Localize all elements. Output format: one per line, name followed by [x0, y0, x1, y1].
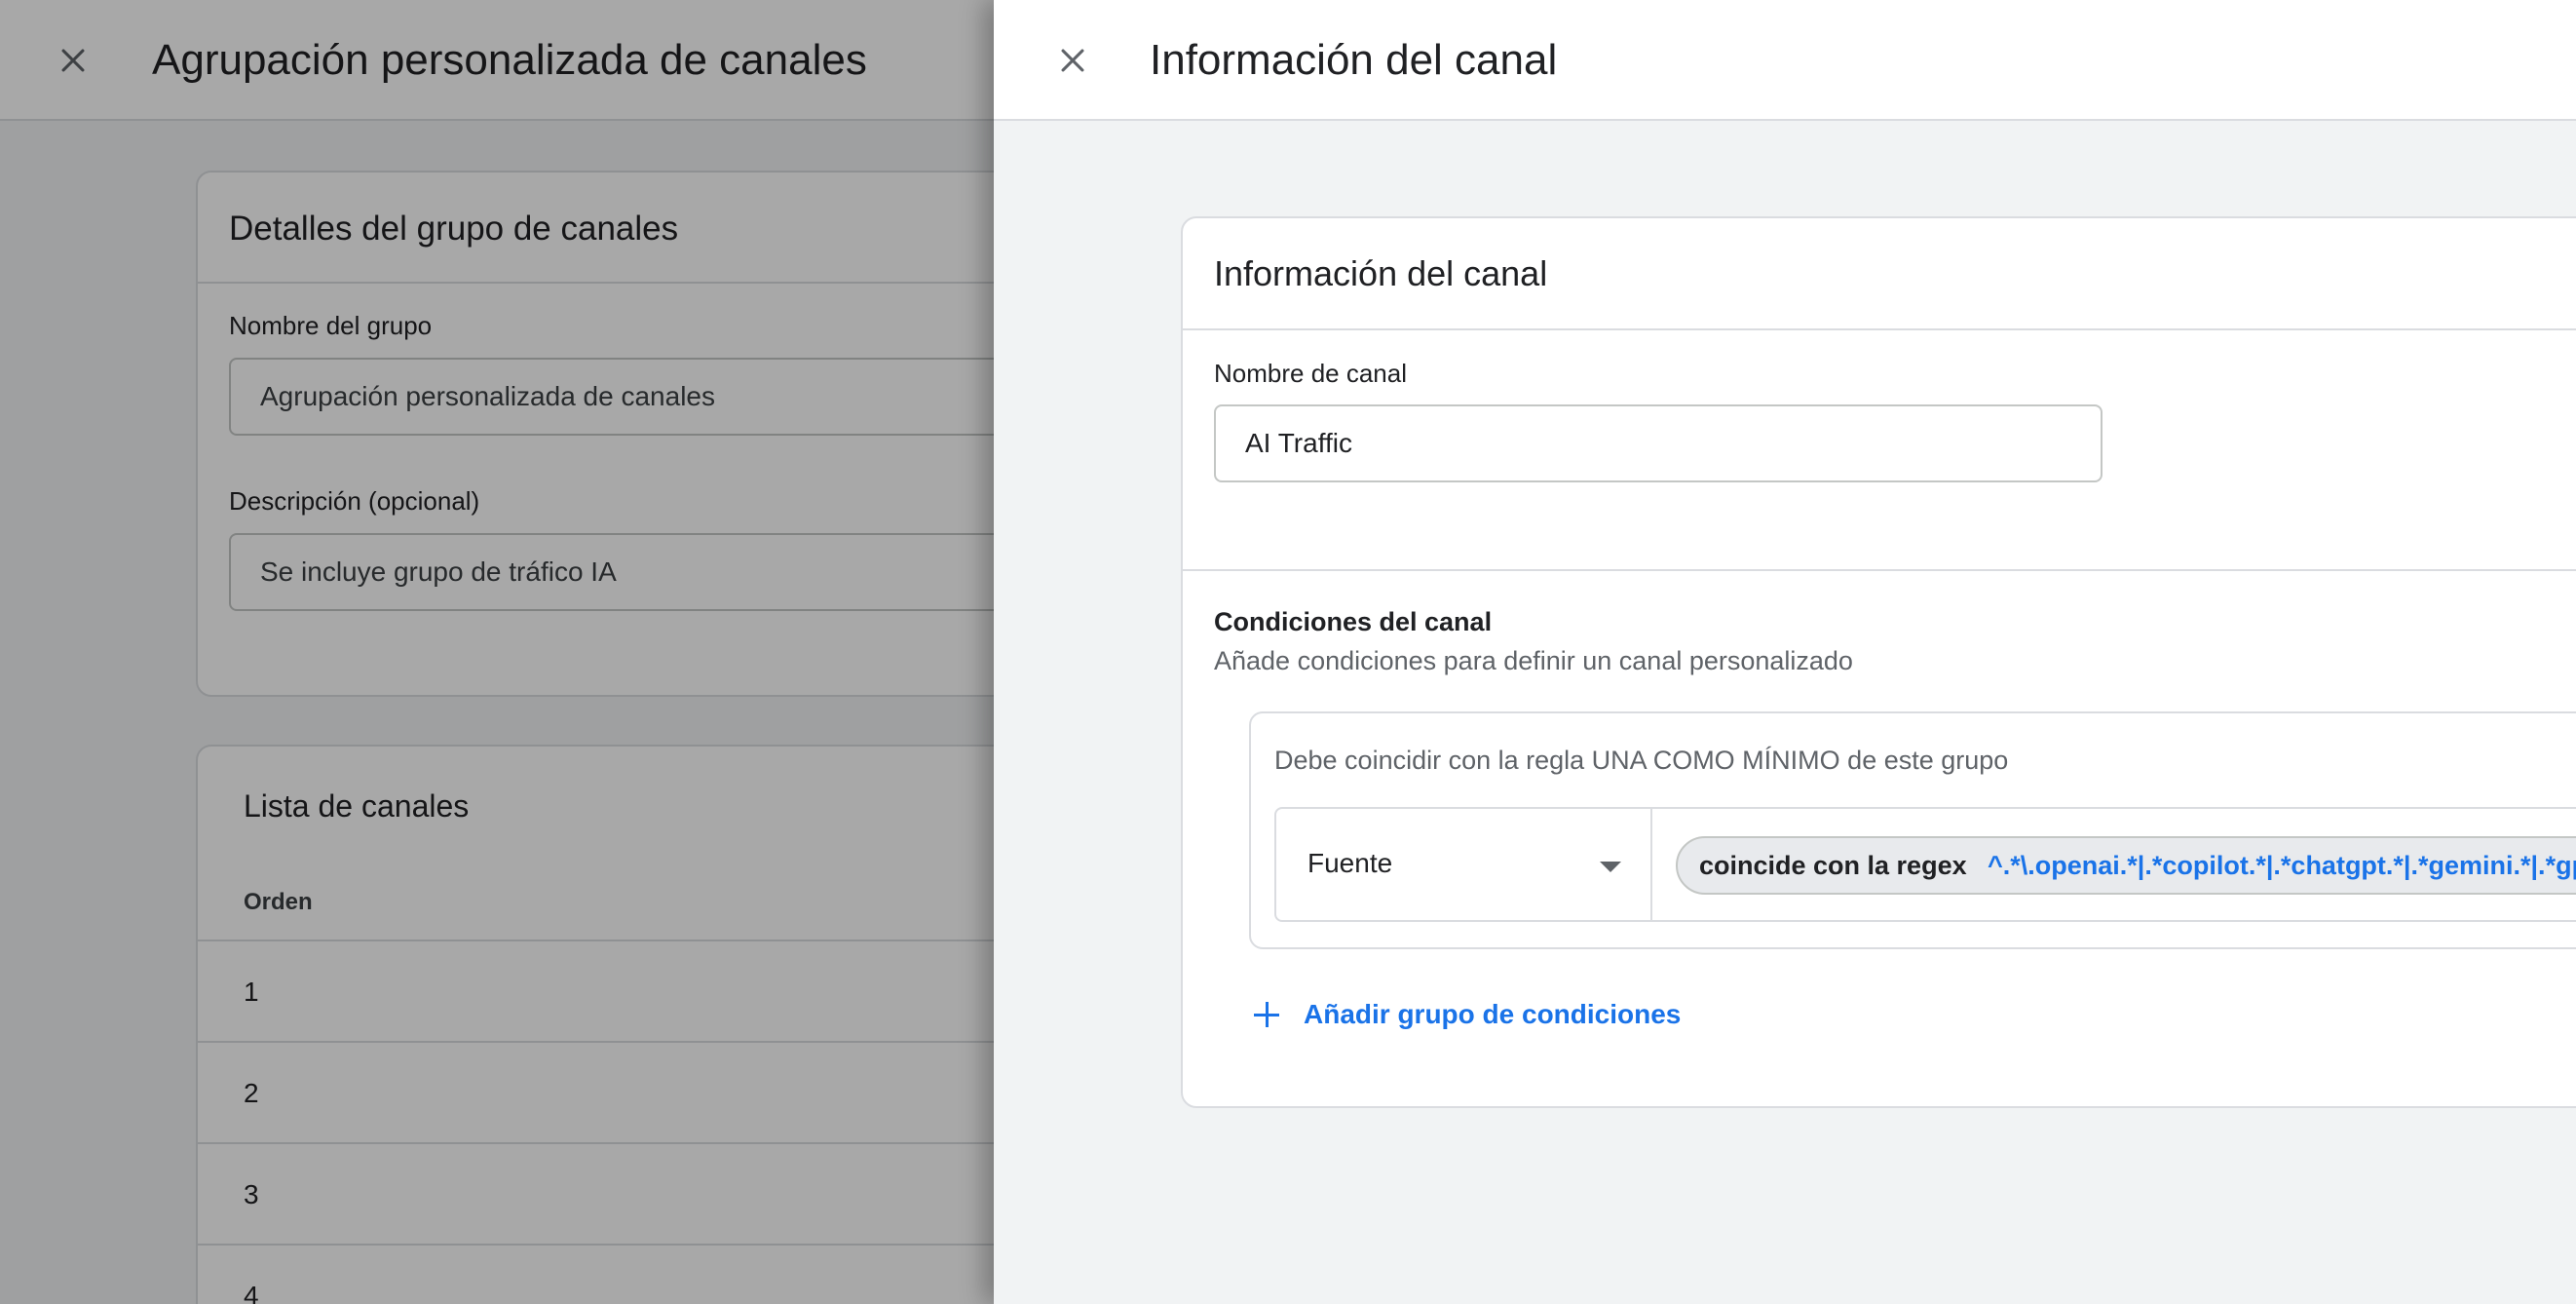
conditions-subtitle: Añade condiciones para definir un canal …	[1214, 646, 1853, 675]
condition-group: Debe coincidir con la regla UNA COMO MÍN…	[1249, 711, 2576, 949]
divider	[1183, 328, 2576, 330]
caret-down-icon	[1600, 862, 1621, 872]
condition-operator: coincide con la regex	[1699, 851, 1967, 880]
channel-info-panel: Información del canal Información del ca…	[994, 0, 2576, 1304]
add-condition-group-label: Añadir grupo de condiciones	[1304, 999, 1682, 1029]
conditions-title: Condiciones del canal	[1214, 607, 1493, 636]
dimension-value: Fuente	[1307, 848, 1393, 878]
close-icon	[1061, 49, 1084, 72]
add-condition-group-button[interactable]: Añadir grupo de condiciones	[1249, 990, 1681, 1039]
modal-scrim[interactable]	[0, 0, 994, 1304]
dimension-select[interactable]: Fuente	[1276, 809, 1652, 920]
divider	[1183, 569, 2576, 571]
channel-name-label: Nombre de canal	[1214, 359, 1407, 388]
channel-name-input[interactable]	[1214, 404, 2102, 482]
condition-chip[interactable]: coincide con la regex ^.*\.openai.*|.*co…	[1676, 836, 2576, 895]
plus-icon	[1249, 997, 1284, 1032]
panel-header: Información del canal	[994, 0, 2576, 121]
channel-info-card: Información del canal Nombre de canal Co…	[1181, 216, 2576, 1108]
card-title: Información del canal	[1214, 253, 1548, 293]
condition-group-description: Debe coincidir con la regla UNA COMO MÍN…	[1274, 746, 2009, 775]
panel-close-button[interactable]	[1048, 36, 1097, 85]
condition-row: Fuente coincide con la regex ^.*\.openai…	[1274, 807, 2576, 922]
condition-value: ^.*\.openai.*|.*copilot.*|.*chatgpt.*|.*…	[1988, 851, 2576, 880]
panel-title: Información del canal	[1150, 36, 1558, 84]
